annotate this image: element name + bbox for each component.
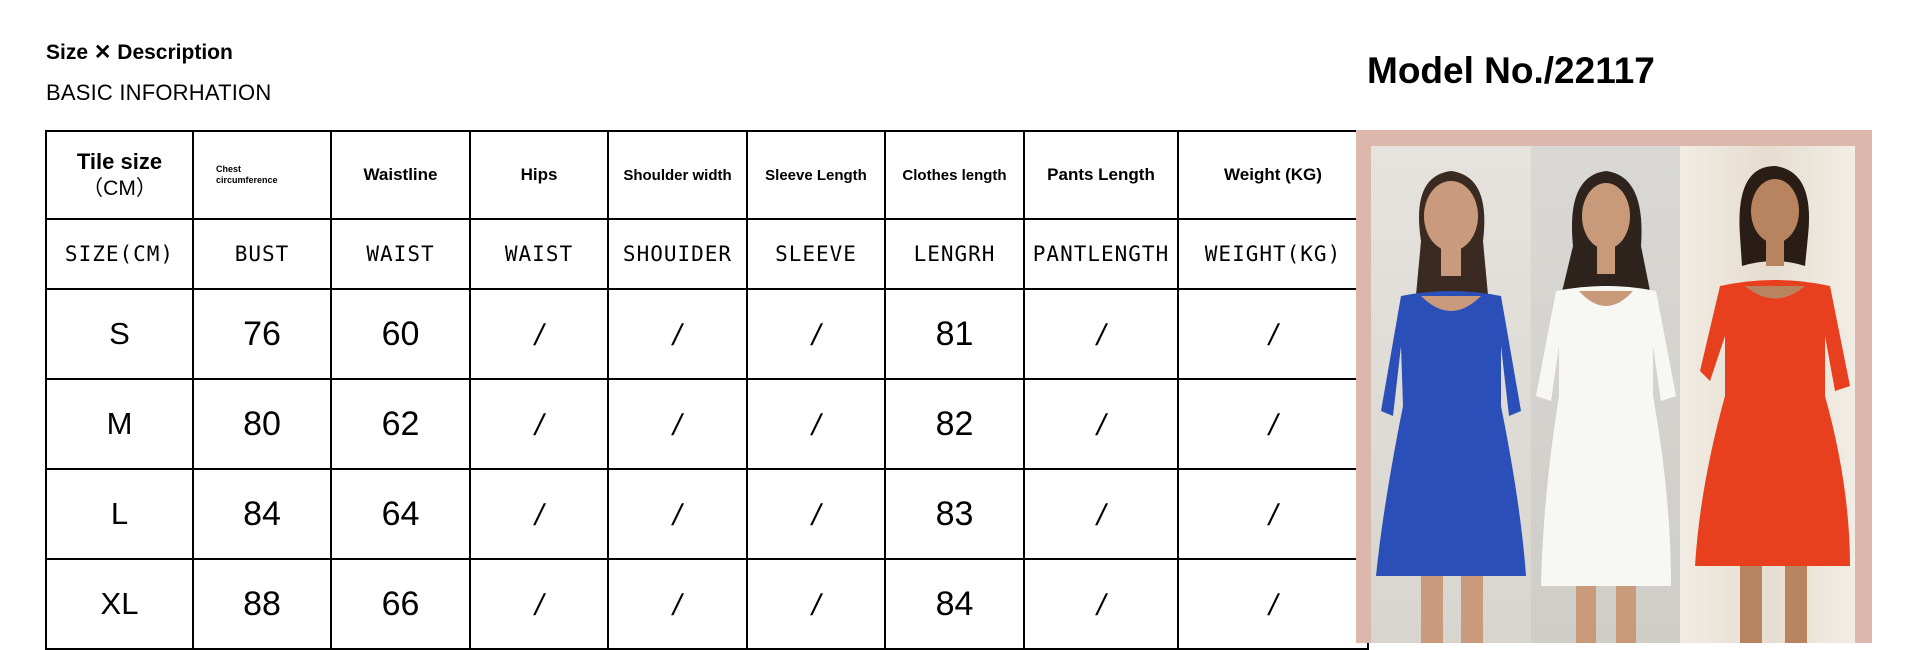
size-cell: XL — [45, 558, 194, 650]
product-photo-blue-dress — [1371, 146, 1531, 643]
table-row: XL 88 66 / / / 84 / / — [45, 558, 1369, 650]
table-cell: 80 — [192, 378, 332, 470]
size-chart-table: Tile size （CM） Chest circumference Waist… — [45, 130, 1369, 650]
table-cell: 84 — [884, 558, 1025, 650]
page-subtitle: BASIC INFORHATION — [46, 80, 272, 105]
table-cell: / — [607, 558, 748, 650]
header-cell-tile-size: Tile size （CM） — [45, 130, 194, 220]
subheader-cell: SIZE(CM) — [45, 218, 194, 290]
subheader-cell: WAIST — [469, 218, 609, 290]
header-cell-shoulder: Shoulder width — [607, 130, 748, 220]
size-cell: S — [45, 288, 194, 380]
table-cell: / — [607, 288, 748, 380]
table-cell: / — [469, 378, 609, 470]
table-cell: 76 — [192, 288, 332, 380]
table-cell: / — [746, 378, 886, 470]
subheader-cell: BUST — [192, 218, 332, 290]
page-title: Size ✕ Description — [46, 41, 233, 64]
subheader-cell: SHOUIDER — [607, 218, 748, 290]
table-row: M 80 62 / / / 82 / / — [45, 378, 1369, 470]
table-row: S 76 60 / / / 81 / / — [45, 288, 1369, 380]
table-cell: 66 — [330, 558, 471, 650]
table-cell: 62 — [330, 378, 471, 470]
table-cell: / — [607, 378, 748, 470]
header-cell-sleeve: Sleeve Length — [746, 130, 886, 220]
table-cell: / — [746, 558, 886, 650]
header-cell-waistline: Waistline — [330, 130, 471, 220]
header-cell-hips: Hips — [469, 130, 609, 220]
table-header-row: Tile size （CM） Chest circumference Waist… — [45, 130, 1369, 220]
header-cell-weight: Weight (KG) — [1177, 130, 1369, 220]
product-photo-white-dress — [1531, 146, 1680, 643]
table-cell: 60 — [330, 288, 471, 380]
table-cell: / — [1023, 558, 1179, 650]
table-cell: 88 — [192, 558, 332, 650]
header-cell-chest: Chest circumference — [192, 130, 332, 220]
product-photo-red-dress — [1680, 146, 1855, 643]
subheader-cell: LENGRH — [884, 218, 1025, 290]
table-subheader-row: SIZE(CM) BUST WAIST WAIST SHOUIDER SLEEV… — [45, 218, 1369, 290]
size-cell: L — [45, 468, 194, 560]
table-cell: / — [1177, 558, 1369, 650]
table-row: L 84 64 / / / 83 / / — [45, 468, 1369, 560]
subheader-cell: WAIST — [330, 218, 471, 290]
table-cell: 82 — [884, 378, 1025, 470]
table-cell: / — [1023, 378, 1179, 470]
subheader-cell: SLEEVE — [746, 218, 886, 290]
subheader-cell: PANTLENGTH — [1023, 218, 1179, 290]
subheader-cell: WEIGHT(KG) — [1177, 218, 1369, 290]
table-cell: / — [469, 288, 609, 380]
header-cell-pants-length: Pants Length — [1023, 130, 1179, 220]
table-cell: / — [746, 288, 886, 380]
table-cell: 83 — [884, 468, 1025, 560]
table-cell: / — [1023, 468, 1179, 560]
table-cell: / — [607, 468, 748, 560]
model-number: Model No./22117 — [1367, 50, 1655, 91]
table-cell: / — [1177, 468, 1369, 560]
size-cell: M — [45, 378, 194, 470]
table-cell: / — [469, 558, 609, 650]
table-cell: 81 — [884, 288, 1025, 380]
table-cell: / — [1023, 288, 1179, 380]
table-cell: 64 — [330, 468, 471, 560]
table-cell: / — [469, 468, 609, 560]
table-cell: / — [1177, 288, 1369, 380]
header-cell-clothes-length: Clothes length — [884, 130, 1025, 220]
table-cell: / — [1177, 378, 1369, 470]
table-cell: 84 — [192, 468, 332, 560]
product-photo-frame — [1356, 130, 1872, 643]
table-cell: / — [746, 468, 886, 560]
